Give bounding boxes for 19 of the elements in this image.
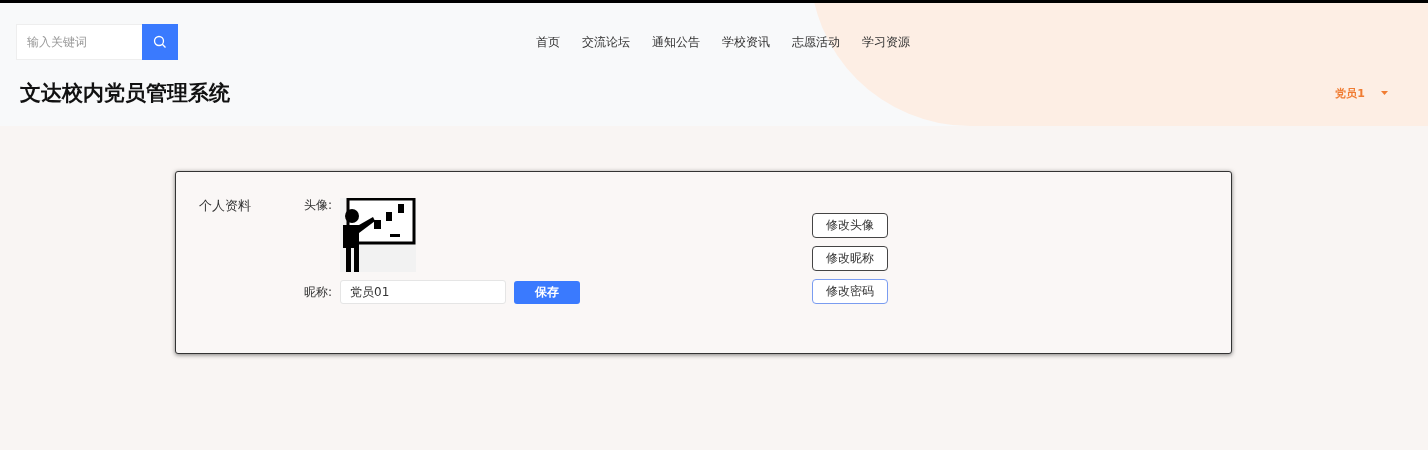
nav-link[interactable]: 学习资源 — [862, 33, 910, 51]
field-label: 头像: — [304, 197, 334, 214]
nav-link[interactable]: 通知公告 — [652, 33, 700, 51]
nav-link[interactable]: 学校资讯 — [722, 33, 770, 51]
action-button[interactable]: 修改密码 — [812, 279, 888, 304]
search-icon — [153, 35, 167, 49]
nickname-field[interactable]: 党员01 — [340, 280, 506, 304]
search-button[interactable] — [142, 24, 178, 60]
nav-link[interactable]: 首页 — [536, 33, 560, 51]
save-button[interactable]: 保存 — [514, 280, 580, 304]
section-title: 个人资料 — [199, 197, 252, 215]
action-button[interactable]: 修改昵称 — [812, 246, 888, 271]
action-button[interactable]: 修改头像 — [812, 213, 888, 238]
nav-link[interactable]: 交流论坛 — [582, 33, 630, 51]
site-title: 文达校内党员管理系统 — [20, 80, 230, 107]
search-field[interactable]: 输入关键词 — [16, 24, 142, 60]
caret-icon — [1381, 91, 1388, 95]
nav-link[interactable]: 志愿活动 — [792, 33, 840, 51]
field-label: 昵称: — [304, 283, 334, 301]
